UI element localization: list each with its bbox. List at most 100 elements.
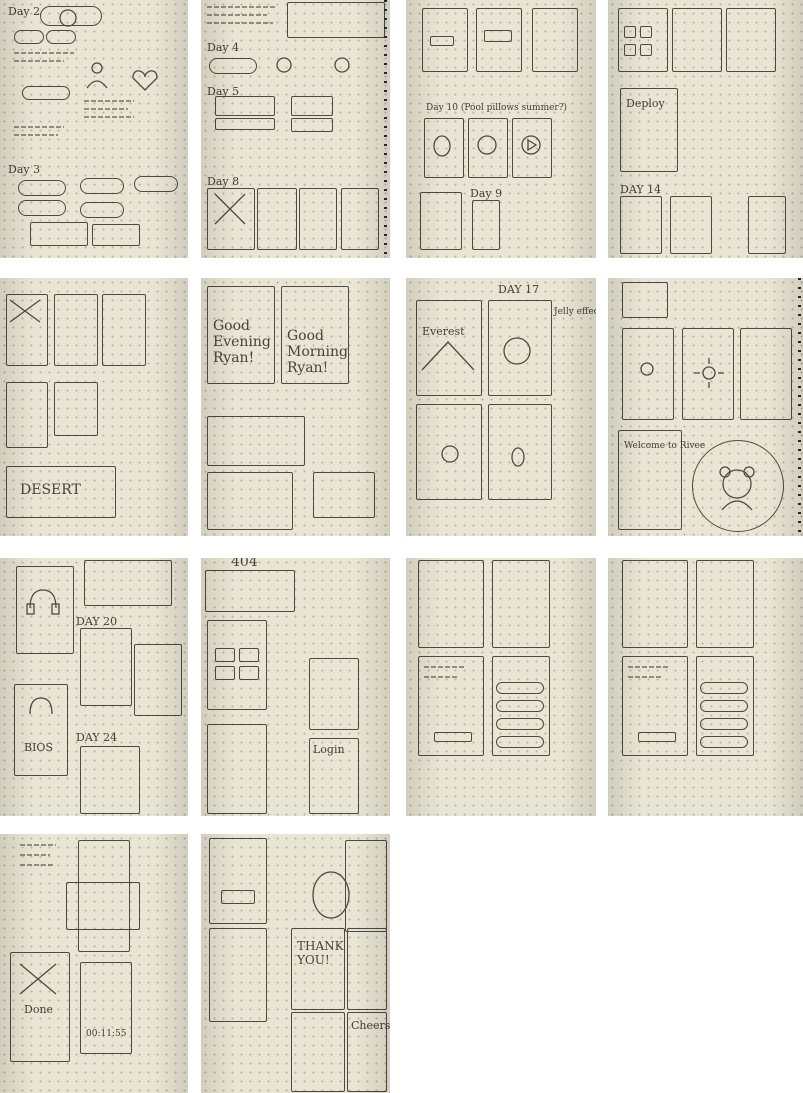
phone-frame [726, 8, 776, 72]
note-line [20, 854, 50, 856]
jelly-note: Jelly effect? [554, 307, 596, 317]
phone-frame [309, 658, 359, 730]
note-line [14, 60, 64, 62]
deploy-label: Deploy [626, 97, 665, 110]
pill-sketch [209, 58, 257, 74]
card-sketch [207, 472, 293, 530]
welcome-label: Welcome to Rivee [624, 441, 706, 451]
greeting-morning: Good Morning Ryan! [287, 328, 348, 377]
phone-frame [134, 644, 182, 716]
play-icon [521, 135, 541, 155]
list-pill [496, 736, 544, 748]
circle-icon [334, 57, 350, 73]
note-line [424, 666, 464, 668]
phone-frame [672, 8, 722, 72]
note-line [84, 108, 128, 110]
pill-sketch [80, 202, 124, 218]
bear-icon [719, 466, 755, 511]
phone-frame [748, 196, 786, 254]
notebook-spiral [384, 0, 387, 258]
sketch-1: Day 2 Day 3 [0, 0, 188, 258]
day-label: DAY 14 [620, 183, 662, 196]
phone-frame [207, 620, 267, 710]
circle-icon [276, 57, 292, 73]
phone-frame [420, 192, 462, 250]
person-icon [86, 62, 108, 89]
day-label: DAY 24 [76, 731, 118, 744]
day-label: DAY 20 [76, 615, 118, 628]
list-pill [496, 718, 544, 730]
phone-frame [618, 8, 668, 72]
error-label: 404 [231, 558, 258, 570]
grid-cell [239, 648, 259, 662]
button-sketch [221, 890, 255, 904]
banner-sketch [205, 570, 295, 612]
note-line [20, 844, 56, 846]
phone-frame [84, 560, 172, 606]
phone-frame [291, 1012, 345, 1092]
phone-frame [80, 628, 132, 706]
pill-sketch [80, 178, 124, 194]
thank-you-label: THANK YOU! [297, 939, 344, 967]
player-sketch [291, 96, 333, 116]
player-sketch [215, 118, 275, 130]
mountain-icon [421, 341, 475, 371]
grid-cell [640, 26, 652, 38]
phone-frame [209, 838, 267, 924]
sketch-6: Good Evening Ryan! Good Morning Ryan! [201, 278, 390, 536]
button-sketch [484, 30, 512, 42]
note-line [84, 100, 134, 102]
heart-icon [132, 70, 158, 91]
sketch-7: DAY 17 Everest Jelly effect? [406, 278, 596, 536]
timer-label: 00:11:55 [86, 1029, 127, 1039]
toggle-a [14, 30, 44, 44]
phone-frame [532, 8, 578, 72]
list-pill [496, 700, 544, 712]
pill-sketch [18, 200, 66, 216]
sketch-13: Done 00:11:55 [0, 834, 188, 1093]
phone-frame [54, 294, 98, 366]
phone-frame [622, 560, 688, 648]
circle-icon [312, 871, 350, 919]
bio-label: BIOS [24, 741, 53, 754]
grid-cell [215, 666, 235, 680]
list-pill [700, 718, 748, 730]
grid-cell [239, 666, 259, 680]
grid-cell [640, 44, 652, 56]
phone-frame [80, 962, 132, 1054]
grid-cell [215, 648, 235, 662]
cheers-label: Cheers! [351, 1019, 390, 1032]
card-sketch [66, 882, 140, 930]
toggle-b [46, 30, 76, 44]
sketch-9: DAY 20 BIOS DAY 24 [0, 558, 188, 816]
phone-frame [472, 200, 500, 250]
card-sketch [30, 222, 88, 246]
burst-icon [694, 358, 724, 388]
sketch-3: Day 10 (Pool pillows summer?) Day 9 [406, 0, 596, 258]
sketch-14: THANK YOU! Cheers! [201, 834, 390, 1093]
phone-frame [299, 188, 337, 250]
note-line [84, 116, 134, 118]
note-line [14, 52, 74, 54]
sketch-11 [406, 558, 596, 816]
phone-frame [309, 738, 359, 814]
day-label: Day 10 (Pool pillows summer?) [426, 103, 568, 113]
headphones-icon [29, 697, 53, 715]
phone-frame [207, 724, 267, 814]
sketch-8: Welcome to Rivee [608, 278, 803, 536]
phone-frame [696, 560, 754, 648]
note-line [628, 666, 668, 668]
circle-icon [503, 337, 531, 365]
egg-icon [433, 135, 451, 157]
slider-sketch [22, 86, 70, 100]
pill-sketch [134, 176, 178, 192]
day-label: DAY 17 [498, 283, 540, 296]
grid-cell [624, 26, 636, 38]
phone-frame [6, 382, 48, 448]
sketch-5: DESERT [0, 278, 188, 536]
note-box [287, 2, 385, 38]
card-sketch [313, 472, 375, 518]
day-label: Day 4 [207, 41, 240, 54]
day-label: Day 9 [470, 187, 503, 200]
image-placeholder-icon [19, 963, 57, 995]
